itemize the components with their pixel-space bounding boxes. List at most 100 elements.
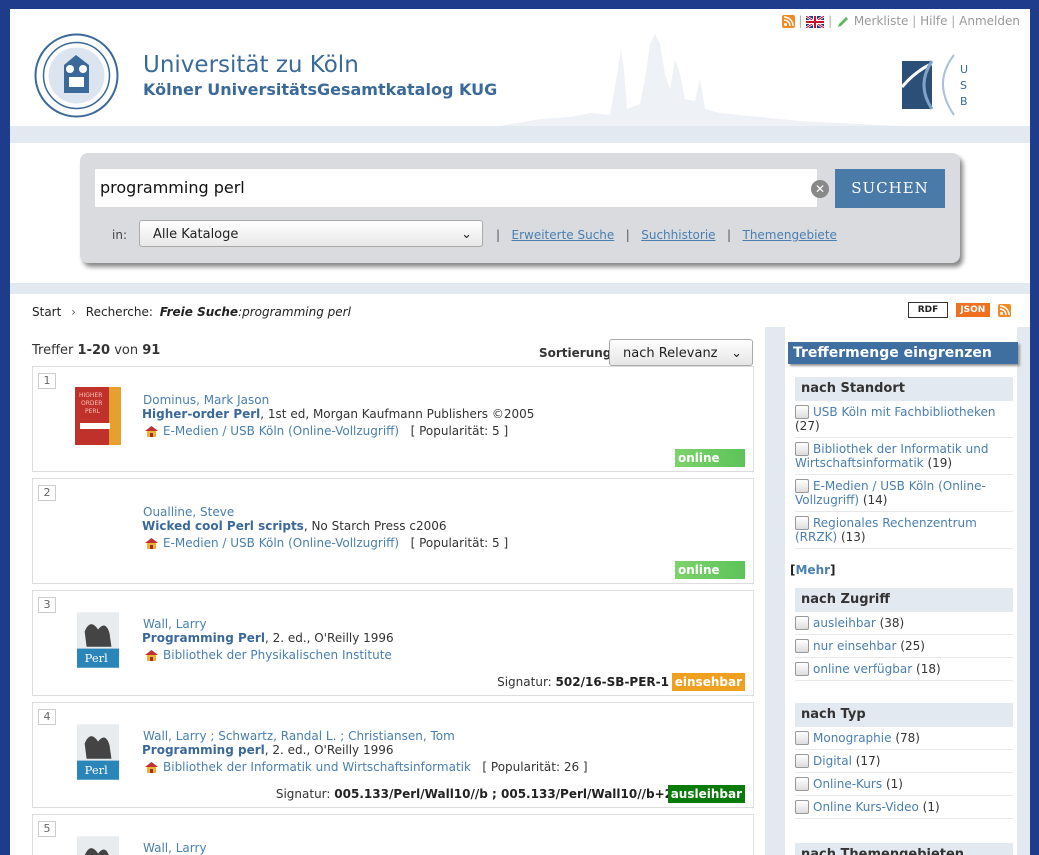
result-title-line: Programming Perl, 2. ed., O'Reilly 1996 [142,631,394,645]
result-number: 1 [38,373,56,389]
result-author[interactable]: Schwartz, Randal L. [218,729,336,743]
result-number: 3 [38,597,56,613]
result-title-line: Higher-order Perl, 1st ed, Morgan Kaufma… [142,407,534,421]
facet-checkbox[interactable] [795,616,809,630]
catalog-select[interactable]: Alle Kataloge ⌄ [139,220,483,247]
facet-label[interactable]: Bibliothek der Informatik und Wirtschaft… [795,442,989,470]
facet-count: (78) [895,731,920,745]
facet-checkbox[interactable] [795,800,809,814]
status-badge-einsehbar[interactable]: einsehbar [671,673,745,691]
facet-count: (1) [885,777,903,791]
result-total: 91 [142,343,161,358]
facet-label[interactable]: nur einsehbar [813,639,896,653]
result-location[interactable]: Bibliothek der Physikalischen Institute [163,648,392,662]
search-area: programming perl ✕ SUCHEN in: Alle Katal… [10,143,1030,283]
result-item: 1 HIGHER ORDER PERL Dominus, Mark Jason Hi… [32,366,754,472]
facet-checkbox[interactable] [795,754,809,768]
facet-more-link[interactable]: Mehr [795,563,830,577]
svg-text:B: B [960,95,968,108]
result-title[interactable]: Higher-order Perl [142,407,260,421]
result-title[interactable]: Programming Perl [142,631,265,645]
facet-label[interactable]: ausleihbar [813,616,876,630]
signatur-value: 502/16-SB-PER-1 [555,675,669,689]
english-flag-icon[interactable] [805,14,825,29]
facet-checkbox[interactable] [795,731,809,745]
json-icon[interactable]: JSON [955,303,990,317]
result-details: , 1st ed, Morgan Kaufmann Publishers ©20… [260,407,535,421]
result-item: 4 Perl Wall, Larry ; Schwartz, Randal L.… [32,702,754,808]
result-author[interactable]: Oualline, Steve [143,505,234,519]
result-location-line: E-Medien / USB Köln (Online-Vollzugriff)… [144,536,508,550]
svg-text:HIGHER: HIGHER [79,392,102,399]
facet-group-zugriff: nach Zugriff ausleihbar (38) nur einsehb… [795,588,1013,681]
search-button[interactable]: SUCHEN [835,169,945,208]
university-seal-logo [34,33,119,118]
facet-checkbox[interactable] [795,662,809,676]
facet-label[interactable]: Online-Kurs [813,777,882,791]
result-item: 2 Oualline, Steve Wicked cool Perl scrip… [32,478,754,584]
result-author[interactable]: Christiansen, Tom [348,729,455,743]
themengebiete-link[interactable]: Themengebiete [742,228,836,242]
signatur-value: 005.133/Perl/Wall10//b ; 005.133/Perl/Wa… [334,787,673,801]
signatur-label: Signatur: [275,787,331,801]
result-title-line: Wicked cool Perl scripts, No Starch Pres… [142,519,447,533]
book-cover-image[interactable]: Perl [77,723,121,781]
facet-heading: Treffermenge eingrenzen [788,342,1018,364]
search-input[interactable]: programming perl [95,169,817,207]
book-cover-image[interactable]: Perl [77,611,121,669]
result-location[interactable]: Bibliothek der Informatik und Wirtschaft… [163,760,471,774]
facet-count: (19) [927,456,953,470]
search-panel: programming perl ✕ SUCHEN in: Alle Katal… [80,153,960,263]
status-badge-ausleihbar[interactable]: ausleihbar [667,785,745,803]
facet-label[interactable]: Regionales Rechenzentrum (RRZK) [795,516,977,544]
result-title[interactable]: Wicked cool Perl scripts [142,519,304,533]
facet-checkbox[interactable] [795,442,809,456]
facet-count: (1) [922,800,940,814]
facet-checkbox[interactable] [795,405,809,419]
anmelden-link[interactable]: Anmelden [959,14,1020,28]
facet-checkbox[interactable] [795,639,809,653]
hilfe-link[interactable]: Hilfe [920,14,947,28]
erweiterte-suche-link[interactable]: Erweiterte Suche [512,228,615,242]
facet-label[interactable]: online verfügbar [813,662,912,676]
usb-logo[interactable]: U S B [902,53,982,119]
suchhistorie-link[interactable]: Suchhistorie [641,228,715,242]
facet-checkbox[interactable] [795,479,809,493]
library-icon [145,650,158,661]
facet-item: USB Köln mit Fachbibliotheken (27) [795,401,1013,438]
facet-checkbox[interactable] [795,777,809,791]
sort-select[interactable]: nach Relevanz ⌄ [609,339,753,366]
status-badge-online[interactable]: online [675,449,745,467]
facet-label[interactable]: Monographie [813,731,892,745]
university-title: Universität zu Köln [143,52,359,78]
result-count: Treffer 1-20 von 91 [32,343,160,358]
facet-label[interactable]: USB Köln mit Fachbibliotheken [813,405,996,419]
status-badge-online[interactable]: online [675,561,745,579]
clear-icon[interactable]: ✕ [811,180,829,198]
breadcrumb-start[interactable]: Start [32,305,61,319]
facet-label[interactable]: Digital [813,754,852,768]
facet-item: Digital (17) [795,750,1013,773]
result-author[interactable]: Dominus, Mark Jason [143,393,269,407]
result-signatur: Signatur: 502/16-SB-PER-1 [497,675,669,689]
rss-icon[interactable] [781,15,795,28]
result-location[interactable]: E-Medien / USB Köln (Online-Vollzugriff) [163,424,399,438]
svg-text:S: S [960,79,967,92]
facet-label[interactable]: Online Kurs-Video [813,800,919,814]
facet-more: [Mehr] [790,563,836,577]
merkliste-link[interactable]: Merkliste [854,14,909,28]
result-author[interactable]: Wall, Larry [143,841,207,855]
facet-label[interactable]: E-Medien / USB Köln (Online-Vollzugriff) [795,479,986,507]
result-author[interactable]: Wall, Larry [143,617,207,631]
facet-item: E-Medien / USB Köln (Online-Vollzugriff)… [795,475,1013,512]
result-author[interactable]: Wall, Larry [143,729,207,743]
result-title[interactable]: Programming perl [142,743,265,757]
top-links: | | Merkliste | Hilfe | Anmelden [781,14,1020,29]
facet-item: ausleihbar (38) [795,612,1013,635]
facet-checkbox[interactable] [795,516,809,530]
book-cover-image[interactable] [77,835,121,855]
rdf-icon[interactable]: RDF [908,302,948,318]
book-cover-image[interactable]: HIGHERORDERPERL [75,387,121,445]
result-location[interactable]: E-Medien / USB Köln (Online-Vollzugriff) [163,536,399,550]
rss-icon[interactable] [997,303,1011,317]
